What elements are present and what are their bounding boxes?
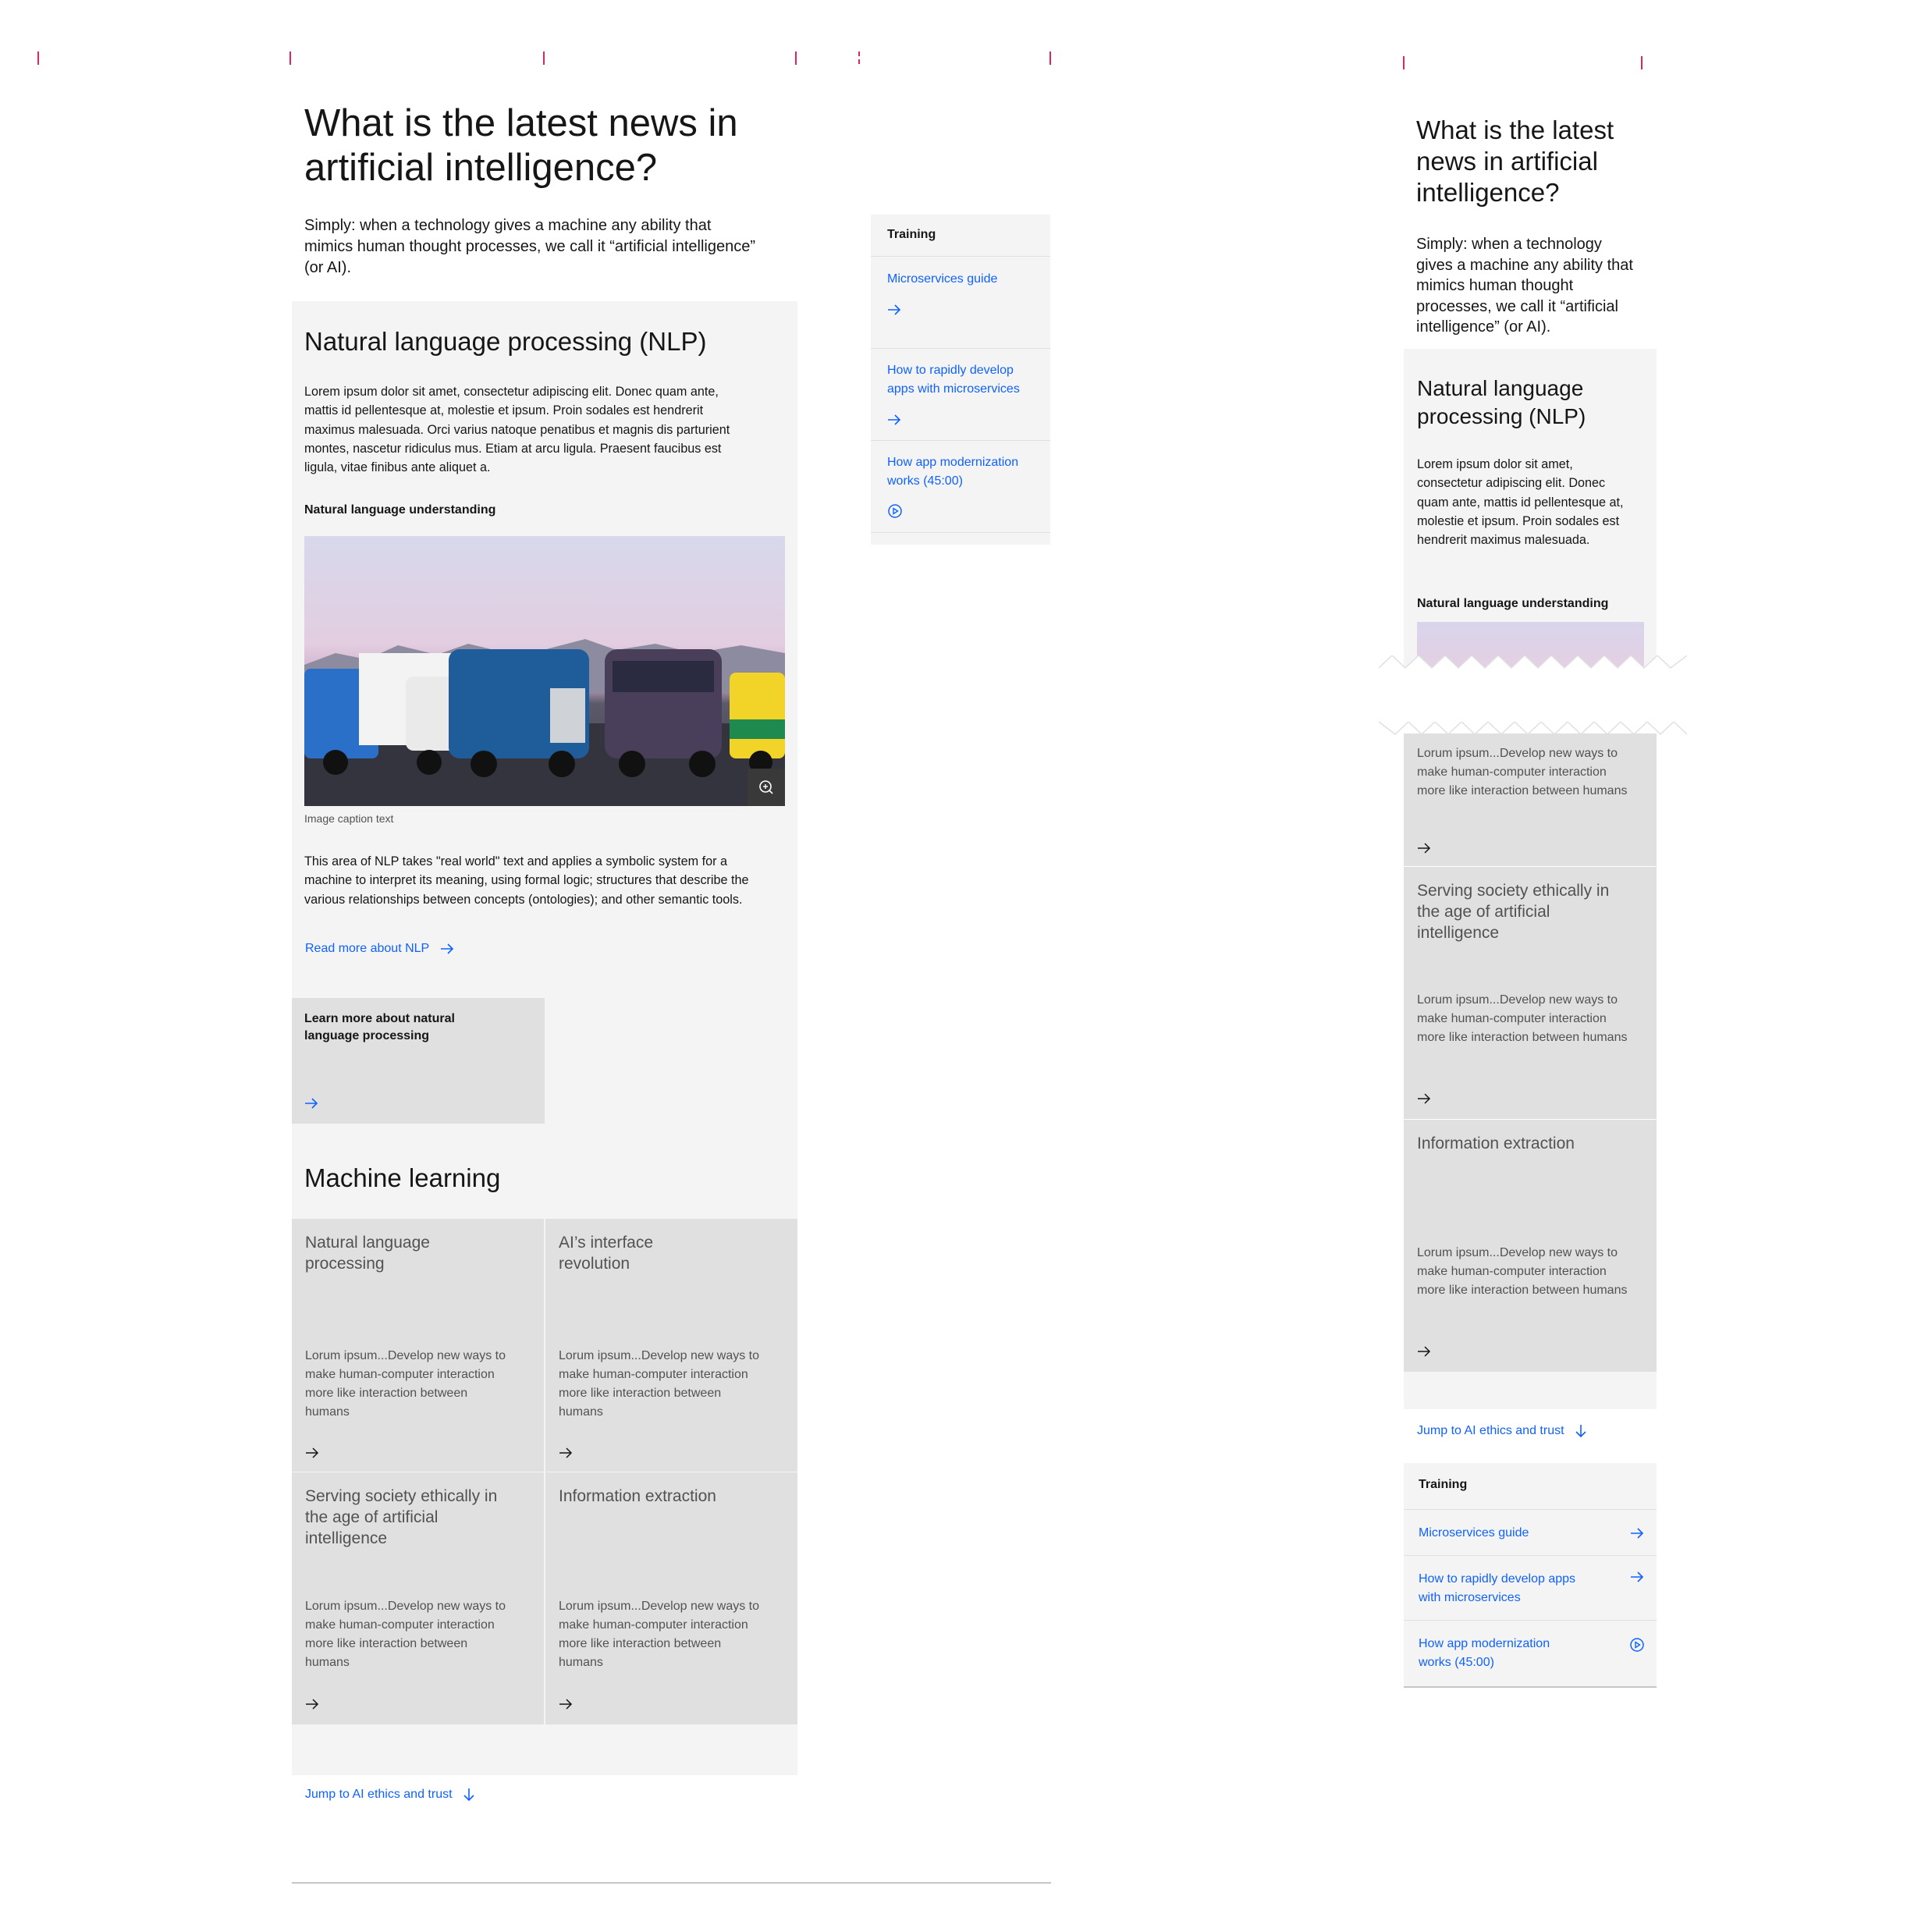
mobile-training-item[interactable]: How to rapidly develop apps with microse… bbox=[1404, 1556, 1657, 1620]
hr bbox=[871, 532, 1050, 533]
nlp-heading: Natural language processing (NLP) bbox=[304, 327, 707, 356]
arrow-right-icon bbox=[306, 1447, 319, 1458]
arrow-right-icon bbox=[1418, 1346, 1431, 1357]
mobile-training-item[interactable]: How app modernization works (45:00) bbox=[1404, 1621, 1657, 1686]
play-icon bbox=[888, 504, 902, 518]
grid-tick bbox=[1641, 56, 1643, 69]
arrow-down-icon bbox=[463, 1788, 474, 1802]
training-item-label: Microservices guide bbox=[887, 272, 998, 286]
grid-tick bbox=[1403, 56, 1405, 69]
mobile-card-title: Serving society ethically in the age of … bbox=[1417, 882, 1610, 942]
mobile-nlp-body: Lorem ipsum dolor sit amet, consectetur … bbox=[1417, 457, 1624, 548]
grid-tick bbox=[543, 51, 545, 65]
mobile-card-body: Lorum ipsum...Develop new ways to make h… bbox=[1417, 993, 1628, 1044]
training-sidebar: Training Microservices guide How to rapi… bbox=[871, 215, 1050, 545]
page-title: What is the latest news in artificial in… bbox=[304, 102, 738, 189]
learn-more-card[interactable]: Learn more about natural language proces… bbox=[292, 998, 545, 1124]
ml-card-body: Lorum ipsum...Develop new ways to make h… bbox=[559, 1600, 759, 1669]
training-title: Training bbox=[887, 228, 936, 241]
mobile-training-item-label: How app modernization works (45:00) bbox=[1419, 1637, 1550, 1669]
mobile-jump-label: Jump to AI ethics and trust bbox=[1417, 1424, 1564, 1437]
ml-card[interactable]: Serving society ethically in the age of … bbox=[292, 1472, 544, 1724]
trucks-illustration bbox=[304, 639, 785, 806]
read-more-nlp-link[interactable]: Read more about NLP bbox=[305, 942, 454, 956]
learn-more-card-title: Learn more about natural language proces… bbox=[304, 1012, 455, 1042]
ml-card-title: Information extraction bbox=[559, 1487, 716, 1505]
jump-to-ethics-link[interactable]: Jump to AI ethics and trust bbox=[305, 1788, 474, 1802]
arrow-right-icon bbox=[559, 1699, 573, 1710]
ml-card-title: Natural language processing bbox=[305, 1234, 430, 1273]
nlp-body: Lorem ipsum dolor sit amet, consectetur … bbox=[304, 385, 730, 475]
ml-card-title: Serving society ethically in the age of … bbox=[305, 1487, 498, 1547]
mobile-training-item[interactable]: Microservices guide bbox=[1404, 1510, 1657, 1555]
arrow-right-icon bbox=[1631, 1528, 1644, 1539]
ml-card[interactable]: Information extraction Lorum ipsum...Dev… bbox=[545, 1472, 797, 1724]
grid-tick bbox=[858, 51, 860, 65]
ml-card-body: Lorum ipsum...Develop new ways to make h… bbox=[305, 1600, 506, 1669]
nlp-subheading: Natural language understanding bbox=[304, 503, 496, 517]
play-icon bbox=[1630, 1638, 1644, 1652]
arrow-right-icon bbox=[888, 304, 901, 315]
ml-card-body: Lorum ipsum...Develop new ways to make h… bbox=[305, 1349, 506, 1419]
mobile-training-title: Training bbox=[1419, 1478, 1468, 1491]
training-item[interactable]: How to rapidly develop apps with microse… bbox=[871, 349, 1050, 441]
mobile-card[interactable]: Lorum ipsum...Develop new ways to make h… bbox=[1404, 733, 1657, 866]
arrow-right-icon bbox=[441, 943, 454, 954]
jump-label: Jump to AI ethics and trust bbox=[305, 1788, 453, 1801]
lead-paragraph: Simply: when a technology gives a machin… bbox=[304, 217, 756, 276]
arrow-right-icon bbox=[1418, 843, 1431, 854]
ml-heading: Machine learning bbox=[304, 1163, 501, 1192]
hr bbox=[1404, 1686, 1657, 1688]
mobile-card-title: Information extraction bbox=[1417, 1135, 1575, 1152]
training-item-label: How to rapidly develop apps with microse… bbox=[887, 364, 1020, 396]
image-caption: Image caption text bbox=[304, 812, 394, 825]
bottom-divider bbox=[292, 1882, 1051, 1884]
ml-card-body: Lorum ipsum...Develop new ways to make h… bbox=[559, 1349, 759, 1419]
arrow-right-icon bbox=[306, 1699, 319, 1710]
grid-tick bbox=[1049, 51, 1051, 65]
arrow-right-icon bbox=[305, 1098, 318, 1109]
grid-tick bbox=[37, 51, 39, 65]
zoom-button[interactable] bbox=[748, 769, 785, 806]
training-item[interactable]: How app modernization works (45:00) bbox=[871, 441, 1050, 533]
mobile-panel-bottom bbox=[1404, 1372, 1657, 1409]
mobile-jump-link[interactable]: Jump to AI ethics and trust bbox=[1417, 1424, 1586, 1438]
torn-edge-top bbox=[1379, 655, 1687, 680]
read-more-label: Read more about NLP bbox=[305, 942, 430, 955]
trucks-image bbox=[304, 536, 785, 806]
mobile-lead: Simply: when a technology gives a machin… bbox=[1416, 236, 1633, 336]
arrow-right-icon bbox=[559, 1447, 573, 1458]
mobile-training: Training Microservices guide How to rapi… bbox=[1404, 1463, 1657, 1688]
mobile-nlp-heading: Natural language processing (NLP) bbox=[1417, 376, 1586, 428]
grid-tick bbox=[289, 51, 291, 65]
ml-card-title: AI’s interface revolution bbox=[559, 1234, 654, 1273]
training-item-label: How app modernization works (45:00) bbox=[887, 456, 1019, 488]
mobile-card[interactable]: Serving society ethically in the age of … bbox=[1404, 867, 1657, 1119]
ml-card[interactable]: Natural language processing Lorum ipsum.… bbox=[292, 1219, 544, 1472]
mobile-card-body: Lorum ipsum...Develop new ways to make h… bbox=[1417, 747, 1628, 797]
mobile-page-title: What is the latest news in artificial in… bbox=[1416, 115, 1614, 207]
nlp-body-2: This area of NLP takes "real world" text… bbox=[304, 854, 749, 907]
arrow-right-icon bbox=[1418, 1093, 1431, 1104]
training-item[interactable]: Microservices guide bbox=[871, 257, 1050, 349]
arrow-down-icon bbox=[1575, 1425, 1586, 1438]
arrow-right-icon bbox=[888, 414, 901, 425]
zoom-in-icon bbox=[759, 780, 773, 794]
torn-gap bbox=[1379, 679, 1687, 726]
mobile-card-body: Lorum ipsum...Develop new ways to make h… bbox=[1417, 1246, 1628, 1297]
grid-tick bbox=[795, 51, 797, 65]
ml-card[interactable]: AI’s interface revolution Lorum ipsum...… bbox=[545, 1219, 797, 1472]
mobile-training-item-label: Microservices guide bbox=[1419, 1526, 1529, 1540]
mobile-training-item-label: How to rapidly develop apps with microse… bbox=[1419, 1572, 1576, 1604]
mobile-nlp-subheading: Natural language understanding bbox=[1417, 597, 1609, 610]
mobile-card[interactable]: Information extraction Lorum ipsum...Dev… bbox=[1404, 1120, 1657, 1372]
arrow-right-icon bbox=[1631, 1572, 1644, 1582]
